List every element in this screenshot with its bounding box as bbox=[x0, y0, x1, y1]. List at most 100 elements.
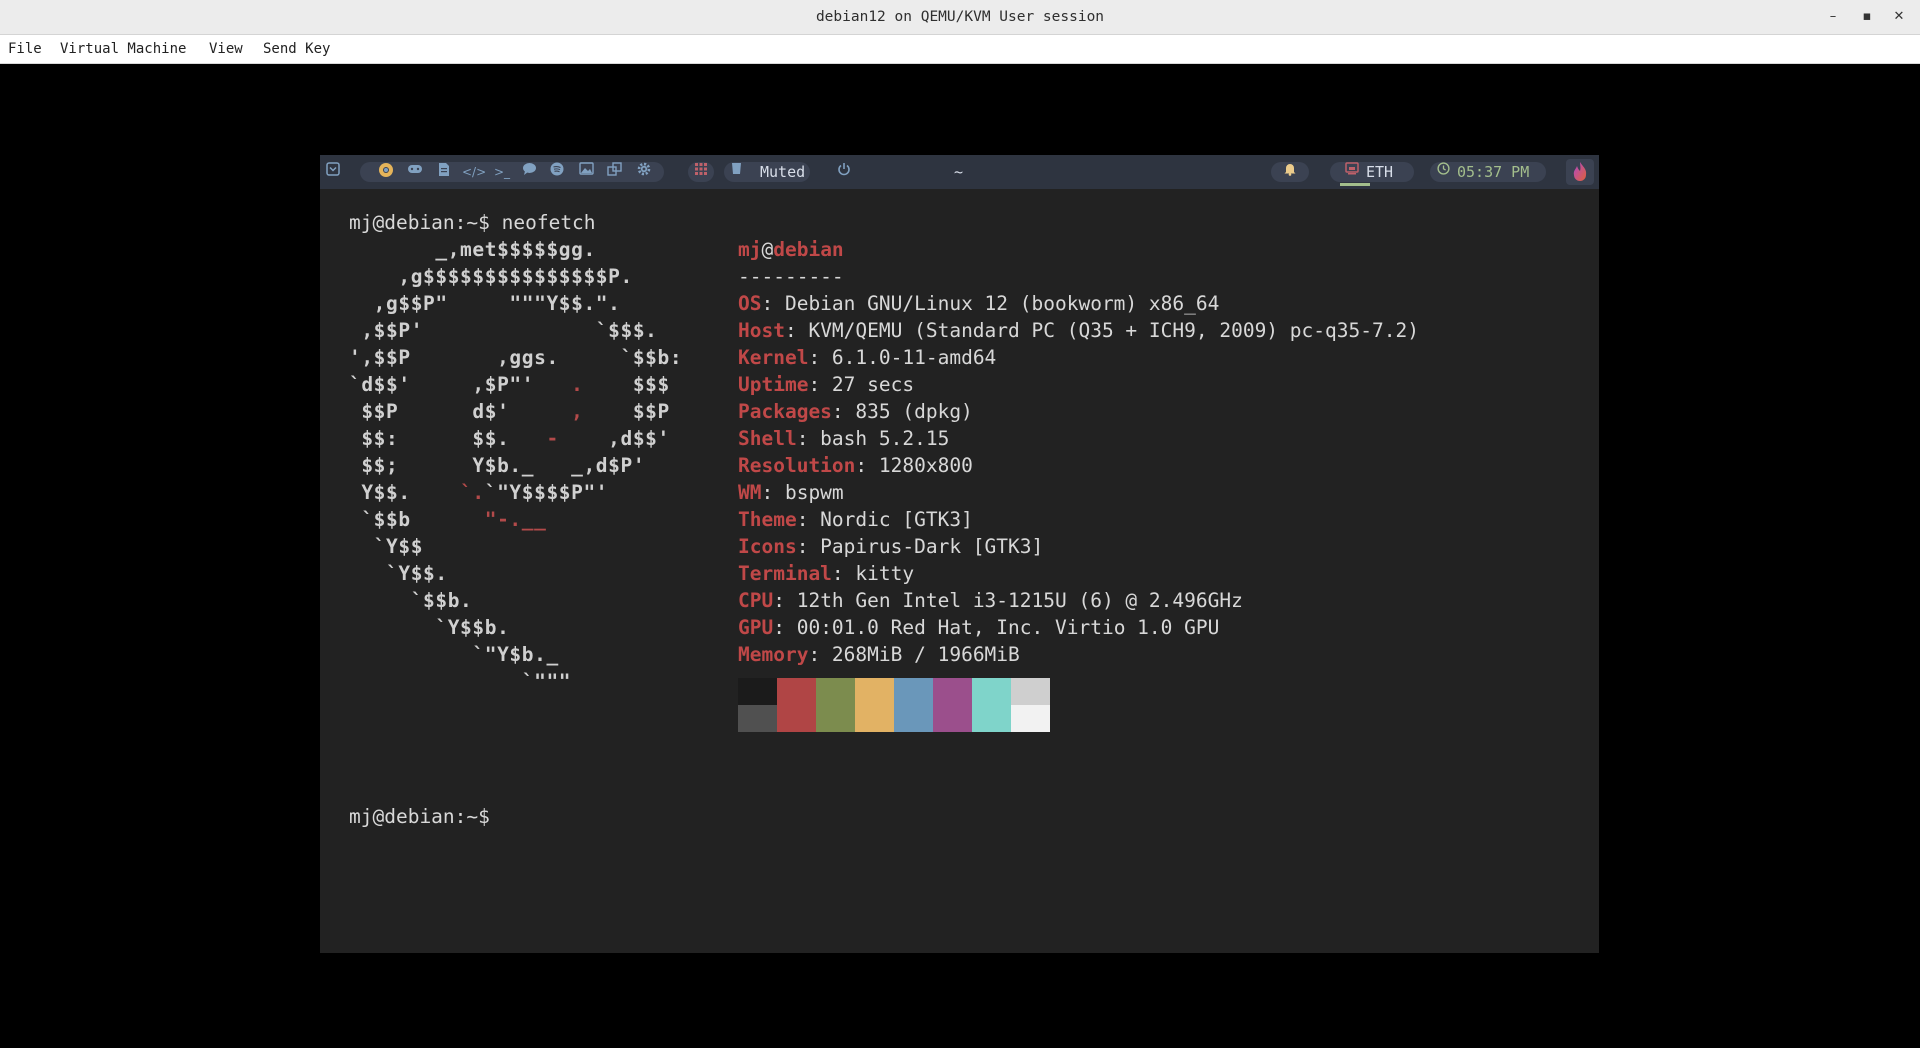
clock-icon bbox=[1434, 162, 1452, 182]
menu-virtual-machine[interactable]: Virtual Machine bbox=[60, 35, 186, 63]
palette-swatch bbox=[816, 678, 855, 705]
info-line-icons: Icons: Papirus-Dark [GTK3] bbox=[738, 533, 1043, 560]
user-host-line: mj@debian bbox=[738, 236, 844, 263]
info-key: Kernel bbox=[738, 346, 809, 369]
settings-icon[interactable] bbox=[635, 162, 653, 182]
info-key: Terminal bbox=[738, 562, 832, 585]
info-value: : 6.1.0-11-amd64 bbox=[808, 346, 997, 369]
ascii-line: `$$b. bbox=[349, 589, 473, 612]
ascii-line: ',$$P ,ggs. `$$b: bbox=[349, 346, 683, 369]
palette-swatch bbox=[1011, 705, 1050, 732]
info-key: Uptime bbox=[738, 373, 809, 396]
workspace-title: ~ bbox=[954, 163, 964, 181]
ascii-line: $$: $$. - ,d$$' bbox=[349, 427, 670, 450]
vm-display[interactable]: </> >_ Muted ~ ETH 05:37 PM mj@debian:~$… bbox=[320, 155, 1599, 953]
info-value: : 268MiB / 1966MiB bbox=[808, 643, 1020, 666]
image-icon[interactable] bbox=[577, 162, 595, 182]
grid-icon[interactable] bbox=[692, 162, 710, 182]
palette-swatch bbox=[933, 678, 972, 705]
info-line-terminal: Terminal: kitty bbox=[738, 560, 914, 587]
info-line-memory: Memory: 268MiB / 1966MiB bbox=[738, 641, 1020, 668]
info-key: Resolution bbox=[738, 454, 856, 477]
ascii-line: `$$b "-.__ bbox=[349, 508, 547, 531]
info-line-theme: Theme: Nordic [GTK3] bbox=[738, 506, 973, 533]
launcher-logo[interactable] bbox=[1566, 159, 1594, 185]
chrome-icon[interactable] bbox=[377, 162, 395, 182]
info-key: Memory bbox=[738, 643, 809, 666]
info-line-packages: Packages: 835 (dpkg) bbox=[738, 398, 973, 425]
info-line-wm: WM: bspwm bbox=[738, 479, 844, 506]
info-value: : KVM/QEMU (Standard PC (Q35 + ICH9, 200… bbox=[784, 319, 1419, 342]
palette-swatch bbox=[894, 678, 933, 705]
menu-send-key[interactable]: Send Key bbox=[263, 35, 330, 63]
prompt-line-neofetch: mj@debian:~$ neofetch bbox=[349, 211, 596, 234]
window-title: debian12 on QEMU/KVM User session bbox=[815, 9, 1105, 25]
info-key: WM bbox=[738, 481, 762, 504]
info-value: : Debian GNU/Linux 12 (bookworm) x86_64 bbox=[761, 292, 1220, 315]
spotify-icon[interactable] bbox=[548, 162, 566, 182]
info-key: Packages bbox=[738, 400, 832, 423]
info-key: Icons bbox=[738, 535, 797, 558]
ascii-line: `""" bbox=[349, 670, 572, 693]
info-key: Shell bbox=[738, 427, 797, 450]
network-underline bbox=[1340, 183, 1370, 186]
volume-status[interactable]: Muted bbox=[760, 162, 805, 182]
palette-swatch bbox=[972, 705, 1011, 732]
code-icon[interactable]: </> bbox=[462, 162, 486, 182]
palette-swatch bbox=[855, 678, 894, 705]
ascii-line: Y$$. `.`"Y$$$$P"' bbox=[349, 481, 609, 504]
ethernet-icon[interactable] bbox=[1343, 162, 1361, 182]
info-value: : 27 secs bbox=[808, 373, 915, 396]
terminal-icon[interactable]: >_ bbox=[492, 162, 512, 182]
power-icon[interactable] bbox=[835, 162, 853, 182]
menu-bar: File Virtual Machine View Send Key bbox=[0, 35, 1920, 64]
info-line-shell: Shell: bash 5.2.15 bbox=[738, 425, 949, 452]
info-value: : 1280x800 bbox=[855, 454, 973, 477]
info-value: : Nordic [GTK3] bbox=[796, 508, 973, 531]
terminal[interactable]: mj@debian:~$ neofetch mj@debian --------… bbox=[324, 193, 1595, 949]
volume-icon[interactable] bbox=[727, 162, 745, 182]
ascii-line: ,g$$P" """Y$$.". bbox=[349, 292, 621, 315]
ascii-line: $$P d$' , $$P bbox=[349, 400, 670, 423]
info-key: Theme bbox=[738, 508, 797, 531]
minimize-button[interactable]: – bbox=[1824, 8, 1842, 26]
flame-icon bbox=[1573, 162, 1587, 181]
dropdown-icon[interactable] bbox=[324, 162, 342, 182]
clock-time[interactable]: 05:37 PM bbox=[1457, 162, 1529, 182]
maximize-button[interactable]: ▪ bbox=[1858, 8, 1876, 26]
gamepad-icon[interactable] bbox=[406, 162, 424, 182]
info-value: : bspwm bbox=[761, 481, 844, 504]
ascii-line: `d$$' ,$P"' . $$$ bbox=[349, 373, 670, 396]
close-button[interactable]: ✕ bbox=[1890, 8, 1908, 26]
chat-icon[interactable] bbox=[520, 162, 538, 182]
info-line-kernel: Kernel: 6.1.0-11-amd64 bbox=[738, 344, 996, 371]
windows-icon[interactable] bbox=[606, 162, 624, 182]
prompt-line: mj@debian:~$ bbox=[349, 805, 490, 828]
palette-swatch bbox=[738, 678, 777, 705]
at-sign: @ bbox=[761, 238, 774, 261]
bell-icon[interactable] bbox=[1281, 162, 1299, 182]
ascii-line: `Y$$ bbox=[349, 535, 424, 558]
palette-swatch bbox=[972, 678, 1011, 705]
palette-swatch bbox=[933, 705, 972, 732]
ascii-line: `Y$$. bbox=[349, 562, 448, 585]
palette-swatch bbox=[1011, 678, 1050, 705]
info-line-resolution: Resolution: 1280x800 bbox=[738, 452, 973, 479]
info-value: : 00:01.0 Red Hat, Inc. Virtio 1.0 GPU bbox=[773, 616, 1220, 639]
palette-swatch bbox=[816, 705, 855, 732]
info-line-os: OS: Debian GNU/Linux 12 (bookworm) x86_6… bbox=[738, 290, 1219, 317]
info-value: : 835 (dpkg) bbox=[831, 400, 973, 423]
ascii-line: ,$$P' `$$$. bbox=[349, 319, 658, 342]
window-titlebar: debian12 on QEMU/KVM User session – ▪ ✕ bbox=[0, 0, 1920, 35]
menu-file[interactable]: File bbox=[8, 35, 42, 63]
network-label[interactable]: ETH bbox=[1366, 162, 1393, 182]
ascii-line: `Y$$b. bbox=[349, 616, 510, 639]
file-icon[interactable] bbox=[435, 162, 453, 182]
info-line-gpu: GPU: 00:01.0 Red Hat, Inc. Virtio 1.0 GP… bbox=[738, 614, 1219, 641]
info-line-host: Host: KVM/QEMU (Standard PC (Q35 + ICH9,… bbox=[738, 317, 1419, 344]
ascii-line: _,met$$$$$gg. bbox=[349, 238, 596, 261]
palette-swatch bbox=[777, 705, 816, 732]
ascii-line: `"Y$b._ bbox=[349, 643, 559, 666]
info-key: GPU bbox=[738, 616, 774, 639]
menu-view[interactable]: View bbox=[209, 35, 243, 63]
